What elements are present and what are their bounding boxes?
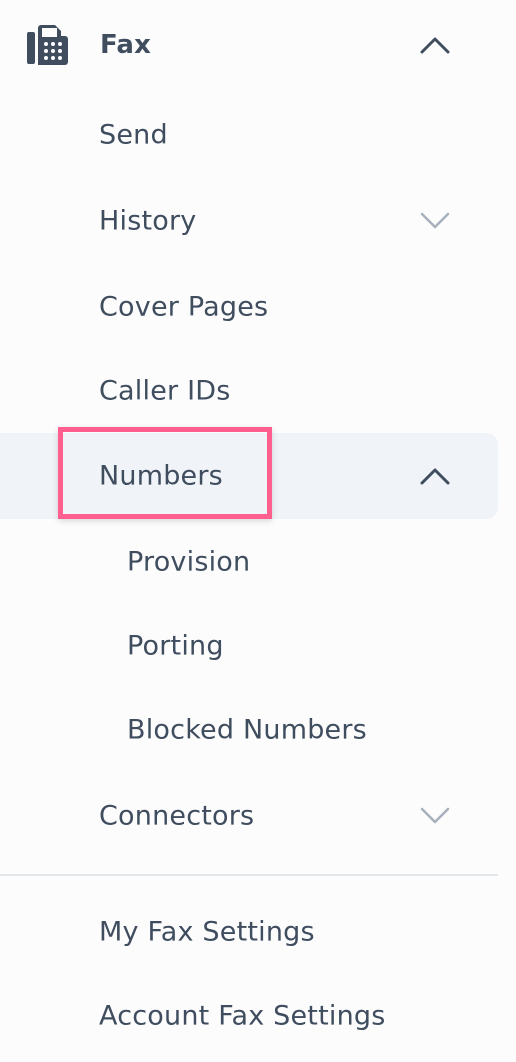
nav-item-cover-pages[interactable]: Cover Pages bbox=[0, 272, 498, 342]
chevron-up-icon[interactable] bbox=[420, 467, 450, 485]
nav-subitem-blocked-numbers-label: Blocked Numbers bbox=[127, 714, 367, 746]
nav-item-connectors[interactable]: Connectors bbox=[0, 781, 498, 851]
nav-item-numbers-label: Numbers bbox=[99, 460, 223, 492]
nav-item-numbers[interactable]: Numbers bbox=[0, 433, 498, 519]
fax-sidebar-nav: Fax Send History Cover Pages Caller IDs … bbox=[0, 0, 516, 1062]
nav-subitem-porting[interactable]: Porting bbox=[0, 611, 498, 681]
nav-subitem-porting-label: Porting bbox=[127, 630, 224, 662]
nav-item-send-label: Send bbox=[99, 119, 168, 151]
nav-item-caller-ids[interactable]: Caller IDs bbox=[0, 356, 498, 426]
nav-subitem-blocked-numbers[interactable]: Blocked Numbers bbox=[0, 695, 498, 765]
nav-item-connectors-label: Connectors bbox=[99, 800, 255, 832]
chevron-up-icon[interactable] bbox=[420, 36, 450, 54]
section-divider bbox=[0, 874, 498, 876]
nav-item-history[interactable]: History bbox=[0, 186, 498, 256]
nav-subitem-provision[interactable]: Provision bbox=[0, 527, 498, 597]
nav-item-caller-ids-label: Caller IDs bbox=[99, 375, 231, 407]
fax-icon bbox=[27, 25, 68, 65]
nav-item-history-label: History bbox=[99, 205, 197, 237]
nav-item-cover-pages-label: Cover Pages bbox=[99, 291, 269, 323]
nav-item-my-fax-settings[interactable]: My Fax Settings bbox=[0, 897, 498, 967]
fax-section-title: Fax bbox=[100, 30, 152, 60]
nav-item-send[interactable]: Send bbox=[0, 100, 498, 170]
nav-item-account-fax-settings[interactable]: Account Fax Settings bbox=[0, 981, 498, 1051]
nav-item-my-fax-settings-label: My Fax Settings bbox=[99, 916, 315, 948]
nav-item-account-fax-settings-label: Account Fax Settings bbox=[99, 1000, 386, 1032]
chevron-down-icon[interactable] bbox=[420, 807, 450, 825]
chevron-down-icon[interactable] bbox=[420, 212, 450, 230]
nav-subitem-provision-label: Provision bbox=[127, 546, 251, 578]
fax-section-header[interactable]: Fax bbox=[0, 10, 498, 80]
